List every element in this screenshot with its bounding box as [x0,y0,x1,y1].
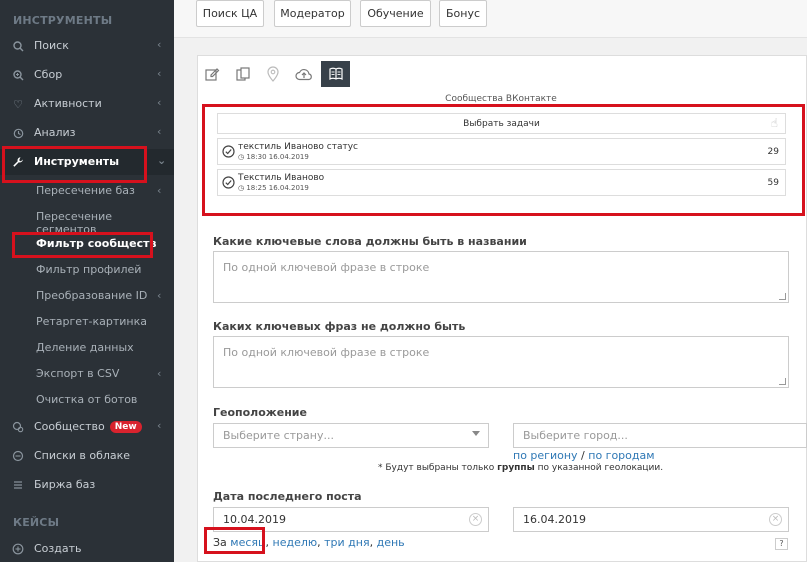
country-placeholder: Выберите страну... [223,429,334,442]
resize-grip-icon[interactable] [779,378,786,385]
exclude-label: Каких ключевых фраз не должно быть [213,320,466,333]
section-title-cases: КЕЙСЫ [13,516,60,529]
sidebar-subitem-retarget-image[interactable]: Ретаргет-картинка [36,315,147,328]
section-title-tools: ИНСТРУМЕНТЫ [13,14,113,27]
date-to-value: 16.04.2019 [523,513,586,526]
chevron-left-icon: ‹ [157,67,162,80]
exclude-textarea[interactable]: По одной ключевой фразе в строке [213,336,789,388]
chevron-left-icon: ‹ [157,289,162,302]
community-icon [11,420,25,434]
city-placeholder: Выберите город... [523,429,628,442]
sidebar-item-base-exchange[interactable]: Биржа баз [0,472,174,498]
chevron-left-icon: ‹ [157,125,162,138]
help-button[interactable]: ? [775,538,788,550]
plus-circle-icon [11,542,25,556]
sidebar-item-cloud-lists[interactable]: Списки в облаке [0,443,174,469]
by-region-link[interactable]: по региону [513,449,578,462]
geo-note: * Будут выбраны только группы по указанн… [378,463,664,473]
sidebar-subitem-profile-filter[interactable]: Фильтр профилей [36,263,141,276]
highlight-period-month [204,527,265,554]
list-icon [11,478,25,492]
tab-audience-search[interactable]: Поиск ЦА [196,0,264,27]
edit-icon[interactable] [198,61,226,87]
new-badge: New [109,421,142,433]
sidebar: ИНСТРУМЕНТЫ Поиск ‹ Сбор ‹ ♡ Активности … [0,0,174,562]
sidebar-item-label: Анализ [34,126,76,139]
sidebar-item-search[interactable]: Поиск ‹ [0,33,174,59]
source-label: Сообщества ВКонтакте [445,94,557,104]
date-from-value: 10.04.2019 [223,513,286,526]
tab-training[interactable]: Обучение [360,0,431,27]
sidebar-item-label: Сообщество [34,420,105,433]
clear-icon[interactable]: × [769,513,782,526]
date-to-input[interactable]: 16.04.2019 × [513,507,789,532]
top-tabs-bar: Поиск ЦА Модератор Обучение Бонус [174,0,807,38]
search-icon [11,39,25,53]
last-post-label: Дата последнего поста [213,490,362,503]
sidebar-item-collect[interactable]: Сбор ‹ [0,62,174,88]
sidebar-item-create[interactable]: Создать [0,536,174,562]
sidebar-item-label: Создать [34,542,82,555]
sidebar-item-label: Списки в облаке [34,449,131,462]
keywords-textarea[interactable]: По одной ключевой фразе в строке [213,251,789,303]
country-select[interactable]: Выберите страну... [213,423,489,448]
sidebar-item-analysis[interactable]: Анализ ‹ [0,120,174,146]
sidebar-item-label: Биржа баз [34,478,96,491]
clear-icon[interactable]: × [469,513,482,526]
sidebar-subitem-data-split[interactable]: Деление данных [36,341,134,354]
period-week-link[interactable]: неделю [273,536,318,549]
sidebar-subitem-bot-cleaning[interactable]: Очистка от ботов [36,393,137,406]
copy-icon[interactable] [229,61,257,87]
highlight-tools [2,146,147,183]
period-day-link[interactable]: день [377,536,405,549]
book-icon[interactable] [321,61,350,87]
zoom-icon [11,68,25,82]
highlight-tasks [202,104,805,216]
keywords-placeholder: По одной ключевой фразе в строке [223,261,430,274]
exclude-placeholder: По одной ключевой фразе в строке [223,346,430,359]
geo-separator: / [581,449,585,462]
chevron-left-icon: ‹ [157,38,162,51]
history-icon [11,126,25,140]
highlight-community-filter [12,232,153,258]
period-three-days-link[interactable]: три дня [324,536,369,549]
sidebar-item-label: Сбор [34,68,63,81]
cloud-upload-icon[interactable] [290,61,318,87]
sidebar-subitem-export-csv[interactable]: Экспорт в CSV ‹ [36,367,161,380]
caret-down-icon [472,431,480,436]
cloud-list-icon [11,449,25,463]
tab-bonus[interactable]: Бонус [439,0,487,27]
location-icon[interactable] [259,61,287,87]
sidebar-subitem-base-intersection[interactable]: Пересечение баз ‹ [36,184,161,197]
city-select[interactable]: Выберите город... [513,423,807,448]
sidebar-item-community[interactable]: Сообщество New ‹ [0,414,174,440]
sidebar-item-label: Поиск [34,39,69,52]
by-cities-link[interactable]: по городам [588,449,654,462]
chevron-left-icon: ‹ [157,419,162,432]
geo-label: Геоположение [213,406,307,419]
keywords-label: Какие ключевые слова должны быть в назва… [213,235,527,248]
chevron-left-icon: ‹ [157,184,162,197]
chevron-left-icon: ‹ [157,367,162,380]
sidebar-subitem-id-conversion[interactable]: Преобразование ID ‹ [36,289,161,302]
resize-grip-icon[interactable] [779,293,786,300]
tab-moderator[interactable]: Модератор [274,0,351,27]
chevron-down-icon: ⌄ [157,154,167,167]
